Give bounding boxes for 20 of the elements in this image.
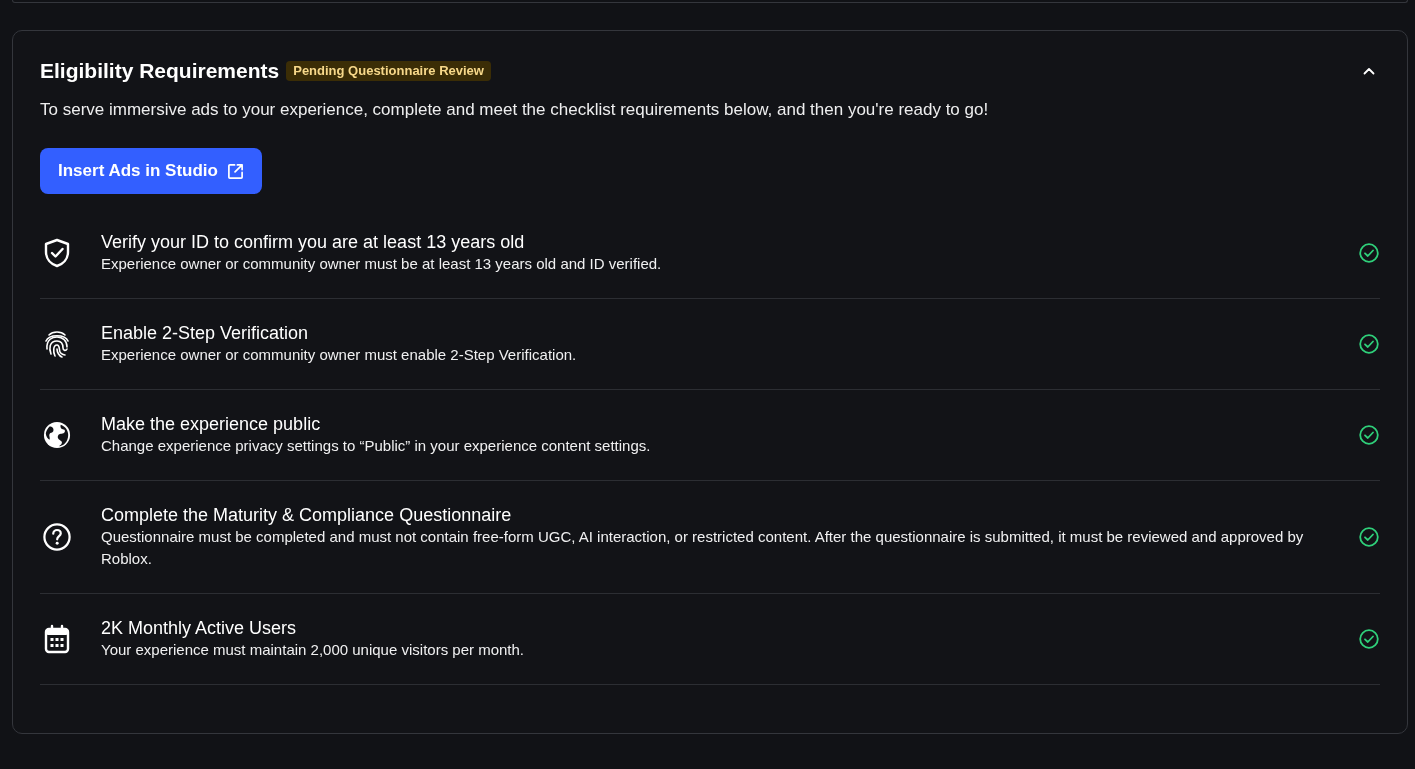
- requirement-title: Verify your ID to confirm you are at least 13 years old: [101, 231, 526, 253]
- requirement-description: Your experience must maintain 2,000 unique visitors per month.: [101, 640, 526, 660]
- requirement-description: Change experience privacy settings to “Public” in your experience content settings.: [101, 436, 652, 456]
- fingerprint-icon: [43, 329, 71, 359]
- section-title: Eligibility Requirements: [40, 58, 280, 84]
- requirement-description: Experience owner or community owner must be at least 13 years old and ID verified.: [101, 254, 663, 274]
- globe-icon: [43, 420, 71, 450]
- section-description: To serve immersive ads to your experience, complete and meet the checklist requirements below, and then you're ready to go!: [40, 99, 990, 121]
- status-badge: Pending Questionnaire Review: [286, 61, 491, 81]
- question-circle-icon: [43, 522, 71, 552]
- shield-check-icon: [43, 238, 71, 268]
- requirement-title: Complete the Maturity & Compliance Questionnaire: [101, 504, 513, 526]
- requirement-description: Questionnaire must be completed and must not contain free-form UGC, AI interaction, or restricted content. After the questionnaire is submitted, it must be reviewed and approved by Roblox.: [101, 527, 1305, 569]
- insert-ads-button[interactable]: Insert Ads in Studio: [40, 148, 262, 194]
- external-link-icon: [226, 162, 244, 180]
- requirement-title: 2K Monthly Active Users: [101, 617, 298, 639]
- calendar-icon: [43, 624, 71, 654]
- requirement-description: Experience owner or community owner must enable 2-Step Verification.: [101, 345, 578, 365]
- requirement-title: Make the experience public: [101, 413, 322, 435]
- requirement-title: Enable 2-Step Verification: [101, 322, 310, 344]
